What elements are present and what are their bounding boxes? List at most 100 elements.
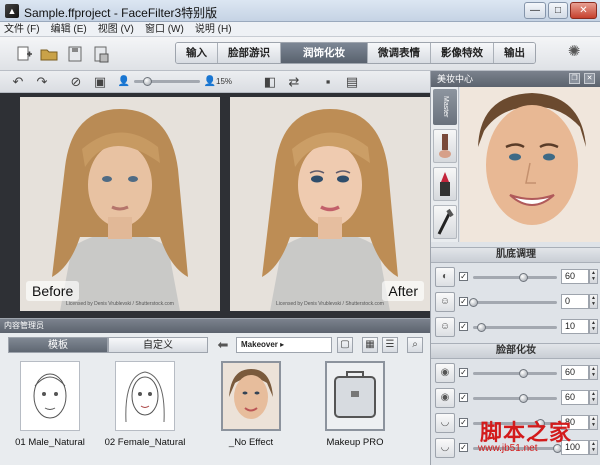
camera-icon[interactable]: ▪ — [320, 74, 336, 90]
category-dropdown[interactable]: Makeover ▸ — [236, 337, 332, 353]
document-icon[interactable]: ▢ — [337, 337, 353, 353]
lip-gloss-stepper[interactable]: ▲ ▼ — [589, 440, 598, 455]
eye-shadow-icon: ◉ — [435, 363, 455, 383]
content-manager-panel: 内容管理员 模板 自定义 ⬅ Makeover ▸ ▢ ▦ ☰ ⌕ 01 Mal… — [0, 318, 430, 465]
skin-smooth-slider-knob[interactable] — [519, 273, 529, 282]
split-view-icon[interactable]: ◧ — [262, 74, 278, 90]
female-sketch-thumbnail — [115, 361, 175, 431]
skin-smooth-stepper[interactable]: ▲ ▼ — [589, 269, 598, 284]
after-photo[interactable]: After Licensed by Denis Vrublevski / Shu… — [230, 97, 430, 311]
back-arrow-icon[interactable]: ⬅ — [215, 337, 231, 353]
makeup-preview-face — [460, 87, 600, 242]
swap-view-icon[interactable]: ⇄ — [286, 74, 302, 90]
gradient-icon[interactable]: ▤ — [344, 74, 360, 90]
template-label: _No Effect — [228, 437, 274, 448]
after-label: After — [382, 281, 424, 301]
menu-help[interactable]: 说明 (H) — [191, 22, 236, 37]
menu-file[interactable]: 文件 (F) — [0, 22, 44, 37]
skin-tone-slider[interactable] — [473, 301, 557, 304]
photo-credit-after: Licensed by Denis Vrublevski / Shutterst… — [276, 301, 384, 307]
eye-shadow-checkbox[interactable]: ✓ — [459, 368, 468, 377]
skin-tone-row: ☺ ✓ 0 ▲ ▼ — [431, 290, 600, 314]
template-label: Makeup PRO — [326, 437, 384, 448]
skin-glow-stepper[interactable]: ▲ ▼ — [589, 319, 598, 334]
skin-care-section-header[interactable]: 肌底调理 — [431, 247, 600, 263]
zoom-out-person-icon: 👤 — [117, 76, 131, 87]
eye-liner-slider-knob[interactable] — [519, 394, 529, 403]
lipstick-icon[interactable] — [433, 167, 457, 201]
tab-makeup[interactable]: 润饰化妆 — [281, 43, 368, 63]
skin-tone-checkbox[interactable]: ✓ — [459, 297, 468, 306]
tab-custom[interactable]: 自定义 — [108, 337, 208, 353]
tab-output[interactable]: 输出 — [494, 43, 535, 63]
skin-tone-icon: ☺ — [435, 292, 455, 312]
template-item[interactable]: Makeup PRO — [310, 361, 400, 461]
menu-edit[interactable]: 编辑 (E) — [47, 22, 91, 37]
template-item[interactable]: 02 Female_Natural — [100, 361, 190, 461]
makeup-center-panel: 美妆中心 ❐ ✕ Master 肌底调理 ◐ ✓ 60 ▲ ▼ ☺ ✓ 0 ▲ … — [430, 71, 600, 465]
eye-liner-value[interactable]: 60 — [561, 390, 589, 405]
skin-smooth-slider[interactable] — [473, 276, 557, 279]
skin-tone-value[interactable]: 0 — [561, 294, 589, 309]
fit-view-icon[interactable]: ▣ — [92, 74, 108, 90]
skin-smooth-value[interactable]: 60 — [561, 269, 589, 284]
skin-glow-value[interactable]: 10 — [561, 319, 589, 334]
minimize-button[interactable]: — — [524, 2, 546, 19]
maximize-button[interactable]: □ — [548, 2, 568, 19]
tab-effects[interactable]: 影像特效 — [431, 43, 494, 63]
skin-smooth-row: ◐ ✓ 60 ▲ ▼ — [431, 265, 600, 289]
before-label: Before — [26, 281, 80, 301]
save-as-icon[interactable] — [92, 45, 110, 63]
new-project-icon[interactable] — [15, 45, 33, 63]
eye-shadow-slider-knob[interactable] — [519, 369, 529, 378]
tab-templates[interactable]: 模板 — [8, 337, 108, 353]
before-photo[interactable]: Before Licensed by Denis Vrublevski / Sh… — [20, 97, 220, 311]
face-makeup-section-header[interactable]: 脸部化妆 — [431, 343, 600, 359]
panel-title: 美妆中心 — [437, 74, 474, 84]
open-folder-icon[interactable] — [40, 45, 58, 63]
tab-input[interactable]: 输入 — [176, 43, 218, 63]
skin-glow-checkbox[interactable]: ✓ — [459, 322, 468, 331]
search-icon[interactable]: ⌕ — [407, 337, 423, 353]
save-icon[interactable] — [66, 45, 84, 63]
foundation-brush-icon[interactable] — [433, 129, 457, 163]
zoom-slider-knob[interactable] — [143, 77, 153, 86]
panel-float-icon[interactable]: ❐ — [569, 73, 580, 84]
mascara-icon[interactable] — [433, 205, 457, 239]
lip-color-checkbox[interactable]: ✓ — [459, 418, 468, 427]
menu-view[interactable]: 视图 (V) — [94, 22, 138, 37]
view-toolbar: ↶ ↷ ⊘ ▣ 👤 👤 ◧ ⇄ ▪ ▤ — [0, 71, 430, 93]
undo-icon[interactable]: ↶ — [10, 74, 26, 90]
skin-smooth-checkbox[interactable]: ✓ — [459, 272, 468, 281]
list-view-icon[interactable]: ☰ — [382, 337, 398, 353]
template-item[interactable]: _No Effect — [206, 361, 296, 461]
eye-shadow-slider[interactable] — [473, 372, 557, 375]
tab-face-detection[interactable]: 脸部游识 — [218, 43, 281, 63]
skin-tone-slider-knob[interactable] — [469, 298, 478, 307]
eye-shadow-value[interactable]: 60 — [561, 365, 589, 380]
skin-smooth-icon: ◐ — [435, 267, 455, 287]
tab-expression[interactable]: 微调表情 — [368, 43, 431, 63]
eye-shadow-stepper[interactable]: ▲ ▼ — [589, 365, 598, 380]
menu-bar: 文件 (F) 编辑 (E) 视图 (V) 窗口 (W) 说明 (H) — [0, 22, 600, 37]
lips-icon: ◡ — [435, 413, 455, 433]
eye-liner-slider[interactable] — [473, 397, 557, 400]
close-button[interactable]: ✕ — [570, 2, 597, 19]
template-item[interactable]: 01 Male_Natural — [5, 361, 95, 461]
tab-master[interactable]: Master — [433, 89, 457, 125]
eye-liner-checkbox[interactable]: ✓ — [459, 393, 468, 402]
lip-color-stepper[interactable]: ▲ ▼ — [589, 415, 598, 430]
grid-view-icon[interactable]: ▦ — [362, 337, 378, 353]
site-watermark-url: www.jb51.net — [478, 443, 538, 454]
eye-liner-stepper[interactable]: ▲ ▼ — [589, 390, 598, 405]
male-sketch-thumbnail — [20, 361, 80, 431]
panel-close-icon[interactable]: ✕ — [584, 73, 595, 84]
lip-gloss-checkbox[interactable]: ✓ — [459, 443, 468, 452]
workflow-step-tabs: 输入 脸部游识 润饰化妆 微调表情 影像特效 输出 — [175, 42, 536, 64]
redo-icon[interactable]: ↷ — [34, 74, 50, 90]
skin-glow-slider-knob[interactable] — [477, 323, 487, 332]
skin-tone-stepper[interactable]: ▲ ▼ — [589, 294, 598, 309]
no-effect-icon[interactable]: ⊘ — [68, 74, 84, 90]
eye-shadow-row: ◉ ✓ 60 ▲ ▼ — [431, 361, 600, 385]
menu-window[interactable]: 窗口 (W) — [141, 22, 188, 37]
